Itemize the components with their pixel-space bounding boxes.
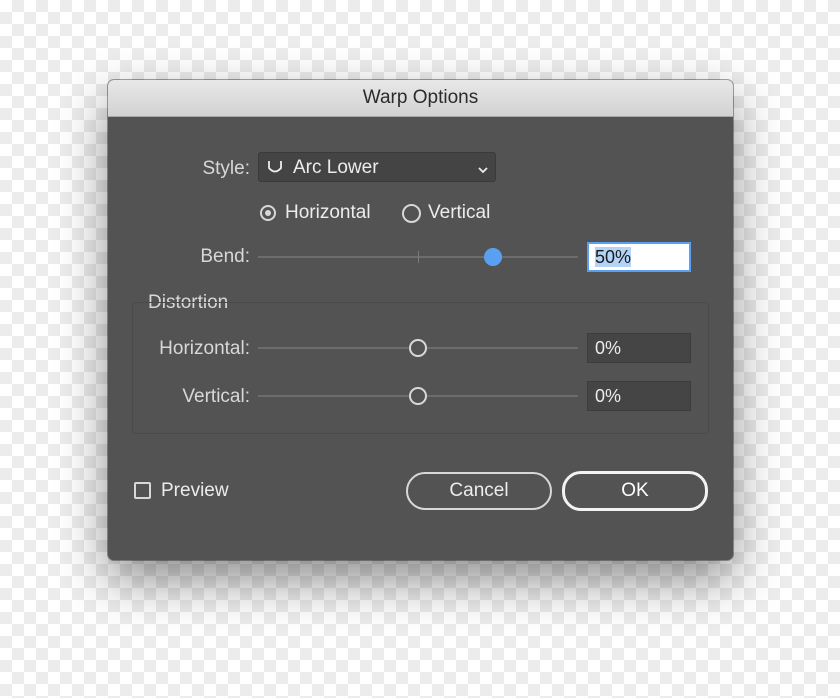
horizontal-radio-label[interactable]: Horizontal [285,202,371,224]
bend-slider-center-tick [418,251,419,263]
cancel-button-label: Cancel [449,480,509,501]
ok-button[interactable]: OK [562,471,708,511]
cancel-button[interactable]: Cancel [406,472,552,510]
preview-label[interactable]: Preview [161,480,229,502]
vertical-radio-label[interactable]: Vertical [428,202,490,224]
chevron-down-icon [477,160,489,174]
distortion-horizontal-input[interactable]: 0% [587,333,691,363]
distortion-vertical-input[interactable]: 0% [587,381,691,411]
arc-lower-icon [267,159,283,175]
horizontal-radio[interactable] [260,205,276,221]
distortion-group [132,302,709,434]
dialog-title-bar[interactable]: Warp Options [108,80,733,117]
bend-value-input[interactable]: 50% [587,242,691,272]
style-dropdown[interactable]: Arc Lower [258,152,496,182]
bend-value-text: 50% [595,247,632,267]
dialog-title: Warp Options [362,87,479,108]
style-label: Style: [202,158,250,179]
warp-options-dialog: Warp Options Style: Arc Lower Horizontal… [108,80,733,560]
vertical-radio[interactable] [402,204,421,223]
ok-button-label: OK [621,480,649,501]
distortion-horizontal-slider-thumb[interactable] [409,339,427,357]
radio-selected-dot [265,210,271,216]
distortion-horizontal-label: Horizontal: [159,338,250,359]
bend-label: Bend: [200,246,250,267]
preview-checkbox[interactable] [134,482,151,499]
style-value: Arc Lower [293,157,379,178]
bend-slider-thumb[interactable] [484,248,502,266]
distortion-vertical-slider-thumb[interactable] [409,387,427,405]
distortion-vertical-label: Vertical: [182,386,250,407]
